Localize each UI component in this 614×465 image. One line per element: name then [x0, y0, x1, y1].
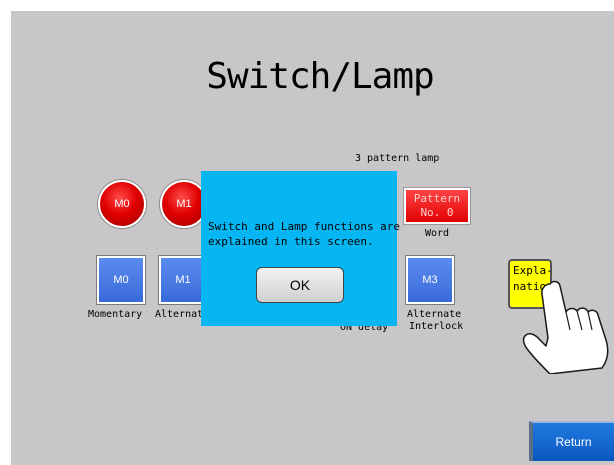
dialog-message-line1: Switch and Lamp functions are	[208, 220, 401, 233]
lamp-m0: M0	[98, 180, 146, 228]
return-button[interactable]: Return	[529, 421, 614, 461]
lamp-m1-label: M1	[176, 198, 192, 210]
lamp-m0-label: M0	[114, 198, 130, 210]
switch-m3-caption-line2: Interlock	[409, 321, 464, 332]
switch-m0-label: M0	[113, 274, 129, 286]
dialog-message-line2: explained in this screen.	[208, 235, 374, 248]
explanation-label-line1: Expla-	[513, 264, 553, 277]
switch-m1-button[interactable]: M1	[159, 256, 207, 304]
switch-m0-caption: Momentary	[88, 309, 143, 320]
pattern-lamp: Pattern No. 0	[404, 188, 470, 224]
pattern-lamp-line1: Pattern	[413, 192, 461, 205]
page-title: Switch/Lamp	[206, 56, 434, 97]
switch-m3-label: M3	[422, 274, 438, 286]
switch-m1-label: M1	[175, 274, 191, 286]
switch-m0-button[interactable]: M0	[97, 256, 145, 304]
ok-button[interactable]: OK	[256, 267, 344, 303]
switch-m3-caption-line1: Alternate	[407, 309, 462, 320]
pointing-hand-icon	[522, 280, 609, 374]
pattern-lamp-line2: No. 0	[420, 206, 454, 219]
dialog-message: Switch and Lamp functions are explained …	[208, 219, 400, 249]
switch-m3-button[interactable]: M3	[406, 256, 454, 304]
pattern-lamp-header: 3 pattern lamp	[355, 153, 440, 164]
return-button-label: Return	[555, 435, 592, 449]
switch-m1-caption: Alternat	[155, 309, 204, 320]
pattern-lamp-caption: Word	[425, 228, 450, 239]
ok-button-label: OK	[289, 277, 311, 293]
